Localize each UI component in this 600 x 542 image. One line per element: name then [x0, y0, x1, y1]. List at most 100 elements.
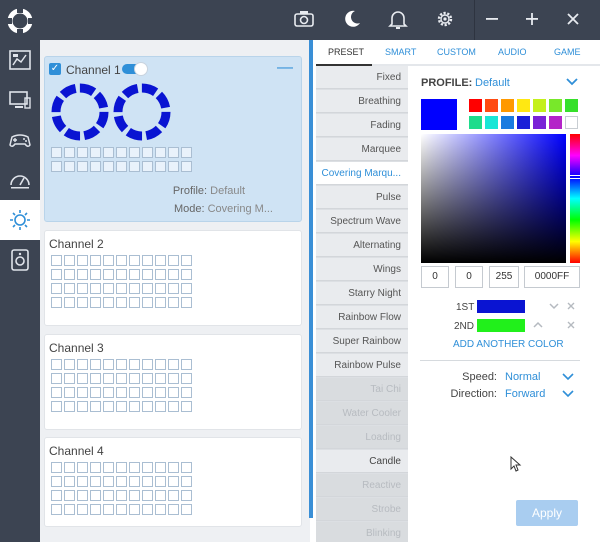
led-cell[interactable] — [103, 504, 114, 515]
led-cell[interactable] — [155, 359, 166, 370]
led-cell[interactable] — [116, 504, 127, 515]
led-cell[interactable] — [77, 373, 88, 384]
led-cell[interactable] — [77, 297, 88, 308]
led-cell[interactable] — [116, 476, 127, 487]
led-cell[interactable] — [129, 147, 140, 158]
led-cell[interactable] — [181, 359, 192, 370]
led-cell[interactable] — [64, 504, 75, 515]
tab-game[interactable]: GAME — [554, 47, 581, 57]
led-cell[interactable] — [129, 269, 140, 280]
led-cell[interactable] — [142, 373, 153, 384]
remove-color-icon[interactable] — [565, 300, 577, 315]
led-cell[interactable] — [64, 147, 75, 158]
led-cell[interactable] — [129, 297, 140, 308]
led-cell[interactable] — [51, 504, 62, 515]
led-cell[interactable] — [181, 476, 192, 487]
led-cell[interactable] — [51, 161, 62, 172]
gamepad-icon[interactable] — [0, 120, 40, 160]
led-cell[interactable] — [155, 255, 166, 266]
lighting-icon[interactable] — [0, 200, 40, 240]
led-cell[interactable] — [129, 359, 140, 370]
effect-item-wings[interactable]: Wings — [316, 258, 408, 281]
led-cell[interactable] — [116, 269, 127, 280]
tab-preset[interactable]: PRESET — [328, 47, 364, 57]
led-cell[interactable] — [103, 297, 114, 308]
channel-card-4[interactable]: Channel 4 — [44, 437, 302, 527]
effect-item-pulse[interactable]: Pulse — [316, 186, 408, 209]
tab-custom[interactable]: CUSTOM — [437, 47, 476, 57]
led-cell[interactable] — [90, 283, 101, 294]
effect-item-marquee[interactable]: Marquee — [316, 138, 408, 161]
gauge-icon[interactable] — [0, 160, 40, 200]
chevron-down-icon[interactable] — [561, 387, 575, 402]
chevron-down-icon[interactable] — [548, 300, 560, 315]
led-cell[interactable] — [103, 490, 114, 501]
led-cell[interactable] — [77, 255, 88, 266]
led-cell[interactable] — [103, 283, 114, 294]
led-cell[interactable] — [116, 462, 127, 473]
led-cell[interactable] — [129, 401, 140, 412]
led-cell[interactable] — [129, 161, 140, 172]
minimize-icon[interactable] — [480, 8, 504, 32]
led-cell[interactable] — [155, 490, 166, 501]
led-cell[interactable] — [129, 283, 140, 294]
led-cell[interactable] — [142, 297, 153, 308]
led-cell[interactable] — [116, 359, 127, 370]
scrollbar[interactable] — [309, 40, 313, 518]
led-cell[interactable] — [142, 462, 153, 473]
led-cell[interactable] — [51, 359, 62, 370]
color-swatch[interactable] — [549, 99, 562, 112]
led-cell[interactable] — [51, 269, 62, 280]
led-cell[interactable] — [103, 255, 114, 266]
color-swatch[interactable] — [565, 99, 578, 112]
led-cell[interactable] — [155, 297, 166, 308]
led-cell[interactable] — [181, 462, 192, 473]
channel-card-2[interactable]: Channel 2 — [44, 230, 302, 326]
effect-item-fading[interactable]: Fading — [316, 114, 408, 137]
effect-item-candle[interactable]: Candle — [316, 450, 408, 473]
effect-item-rainbow-flow[interactable]: Rainbow Flow — [316, 306, 408, 329]
led-cell[interactable] — [155, 269, 166, 280]
led-cell[interactable] — [116, 401, 127, 412]
hue-slider[interactable] — [570, 134, 580, 263]
led-cell[interactable] — [77, 401, 88, 412]
effect-item-alternating[interactable]: Alternating — [316, 234, 408, 257]
led-cell[interactable] — [90, 373, 101, 384]
effect-item-covering-marqu[interactable]: Covering Marqu... — [316, 162, 408, 185]
led-cell[interactable] — [51, 476, 62, 487]
led-cell[interactable] — [51, 401, 62, 412]
chevron-down-icon[interactable] — [565, 75, 579, 90]
led-cell[interactable] — [129, 490, 140, 501]
add-color-link[interactable]: ADD ANOTHER COLOR — [453, 339, 564, 350]
led-cell[interactable] — [103, 401, 114, 412]
led-cell[interactable] — [51, 462, 62, 473]
led-cell[interactable] — [103, 269, 114, 280]
color-swatch[interactable] — [565, 116, 578, 129]
led-cell[interactable] — [103, 161, 114, 172]
led-cell[interactable] — [77, 161, 88, 172]
led-cell[interactable] — [103, 147, 114, 158]
led-cell[interactable] — [142, 255, 153, 266]
led-cell[interactable] — [64, 161, 75, 172]
channel-1-checkbox[interactable]: ✓ — [49, 63, 61, 75]
tab-smart[interactable]: SMART — [385, 47, 416, 57]
remove-color-icon[interactable] — [565, 319, 577, 334]
dashboard-icon[interactable] — [0, 40, 40, 80]
led-cell[interactable] — [64, 387, 75, 398]
led-cell[interactable] — [168, 255, 179, 266]
apply-button[interactable]: Apply — [516, 500, 578, 526]
led-cell[interactable] — [142, 504, 153, 515]
led-cell[interactable] — [64, 283, 75, 294]
led-cell[interactable] — [77, 147, 88, 158]
led-cell[interactable] — [155, 147, 166, 158]
led-cell[interactable] — [142, 269, 153, 280]
led-cell[interactable] — [168, 476, 179, 487]
led-cell[interactable] — [90, 490, 101, 501]
color-swatch[interactable] — [469, 116, 482, 129]
led-cell[interactable] — [64, 373, 75, 384]
led-cell[interactable] — [116, 373, 127, 384]
led-cell[interactable] — [168, 504, 179, 515]
led-cell[interactable] — [77, 387, 88, 398]
led-cell[interactable] — [181, 297, 192, 308]
led-cell[interactable] — [90, 269, 101, 280]
